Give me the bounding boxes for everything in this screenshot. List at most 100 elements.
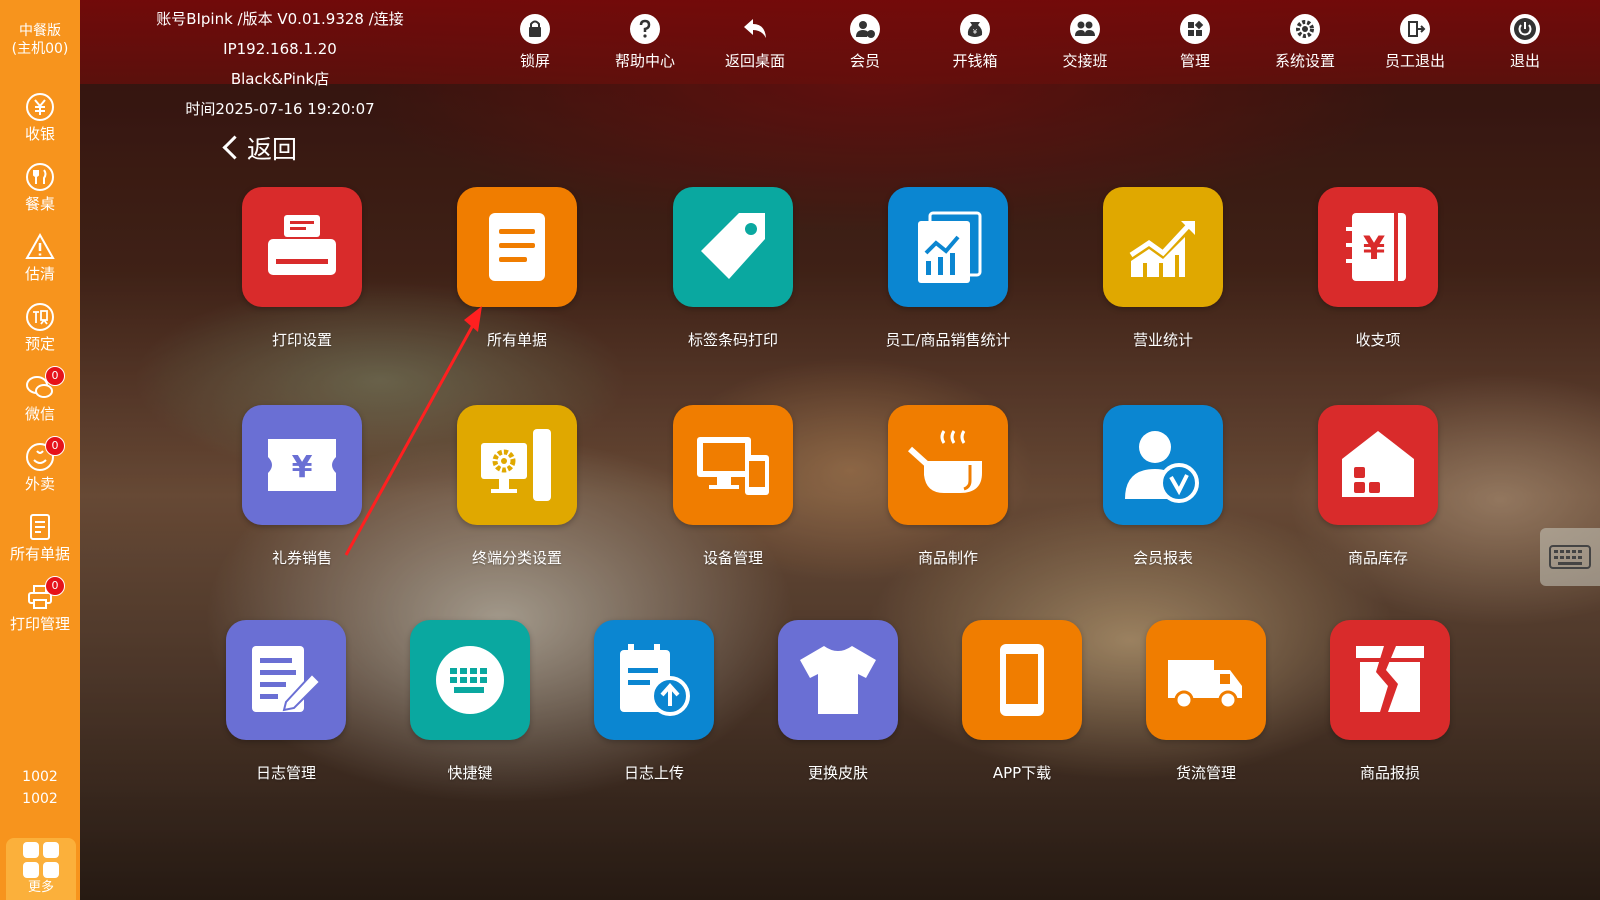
tile-label: 日志管理 (255, 764, 316, 782)
tile-terminal-category[interactable]: 终端分类设置 (437, 405, 597, 568)
tile-product-damage[interactable]: 商品报损 (1310, 620, 1470, 783)
sidebar-item-reserve[interactable]: 预定 (0, 302, 80, 366)
more-button[interactable]: 更多 (6, 838, 76, 900)
tile-member-report[interactable]: 会员报表 (1083, 405, 1243, 568)
sidebar-item-label: 收银 (24, 125, 55, 143)
delivery-icon: 0 (25, 436, 65, 472)
back-button[interactable]: 返回 (222, 130, 298, 166)
sidebar-item-label: 估清 (24, 265, 55, 283)
shift-handover-button[interactable]: 交接班 (1035, 14, 1135, 71)
phone-icon (962, 620, 1082, 740)
staff-exit-button[interactable]: 员工退出 (1365, 14, 1465, 71)
top-button-label: 锁屏 (519, 52, 550, 70)
top-button-label: 帮助中心 (614, 52, 675, 70)
tile-coupon-sales[interactable]: ¥ 礼券销售 (222, 405, 382, 568)
sidebar-item-label: 预定 (24, 335, 55, 353)
sidebar-item-sold-out[interactable]: 估清 (0, 232, 80, 296)
shift-icon (1070, 14, 1100, 44)
exit-button[interactable]: 退出 (1475, 14, 1575, 71)
print-badge: 0 (45, 576, 65, 596)
system-settings-button[interactable]: 系统设置 (1255, 14, 1355, 71)
top-button-label: 返回桌面 (724, 52, 785, 70)
sidebar-item-label: 餐桌 (24, 195, 55, 213)
sidebar-item-label: 打印管理 (9, 615, 70, 633)
staff-exit-icon (1400, 14, 1430, 44)
sidebar-item-print-manage[interactable]: 0 打印管理 (0, 576, 80, 646)
cooking-pot-icon (888, 405, 1008, 525)
sidebar-item-label: 所有单据 (9, 545, 70, 563)
svg-text:¥: ¥ (292, 450, 313, 485)
tile-label: 商品报损 (1359, 764, 1420, 782)
top-button-label: 退出 (1509, 52, 1540, 70)
tile-label: 会员报表 (1132, 549, 1193, 567)
return-icon (740, 14, 770, 44)
sidebar-item-wechat[interactable]: 0 微信 (0, 366, 80, 436)
member-button[interactable]: 会员 (815, 14, 915, 71)
tile-print-settings[interactable]: 打印设置 (222, 187, 382, 350)
sidebar-item-all-orders[interactable]: 所有单据 (0, 512, 80, 576)
tile-all-orders[interactable]: 所有单据 (437, 187, 597, 350)
member-icon (850, 14, 880, 44)
tile-log-manage[interactable]: 日志管理 (206, 620, 366, 783)
chevron-left-icon (222, 135, 247, 160)
tile-label: 设备管理 (702, 549, 763, 567)
terminal-id-1: 1002 (22, 769, 58, 785)
tile-product-inventory[interactable]: 商品库存 (1298, 405, 1458, 568)
tile-label: 打印设置 (271, 331, 332, 349)
document-icon (25, 512, 55, 542)
reserve-icon (25, 302, 55, 332)
help-center-button[interactable]: 帮助中心 (595, 14, 695, 71)
back-label: 返回 (247, 135, 298, 164)
tile-label: 更换皮肤 (807, 764, 868, 782)
store-name: Black&Pink店 (230, 70, 330, 88)
sidebar-item-takeout[interactable]: 0 外卖 (0, 436, 80, 506)
top-button-label: 开钱箱 (952, 52, 998, 70)
tile-change-skin[interactable]: 更换皮肤 (758, 620, 918, 783)
takeout-badge: 0 (45, 436, 65, 456)
tile-device-manage[interactable]: 设备管理 (653, 405, 813, 568)
lock-screen-button[interactable]: 锁屏 (485, 14, 585, 71)
tile-label: 礼券销售 (271, 549, 332, 567)
tile-shortcut-keys[interactable]: 快捷键 (390, 620, 550, 783)
ledger-yen-icon: ¥ (1318, 187, 1438, 307)
tile-label: 所有单据 (486, 331, 547, 349)
tile-logistics-manage[interactable]: 货流管理 (1126, 620, 1286, 783)
report-chart-icon (888, 187, 1008, 307)
tile-label: 营业统计 (1132, 331, 1193, 349)
tile-staff-product-sales[interactable]: 员工/商品销售统计 (868, 187, 1028, 350)
wechat-badge: 0 (45, 366, 65, 386)
open-cash-box-button[interactable]: ¥ 开钱箱 (925, 14, 1025, 71)
sidebar-item-tables[interactable]: 餐桌 (0, 162, 80, 226)
tile-label: 标签条码打印 (687, 331, 778, 349)
tile-label: 商品制作 (917, 549, 978, 567)
sidebar-item-label: 微信 (24, 405, 55, 423)
account-info: 账号BIpink /版本 V0.01.9328 /连接IP192.168.1.2… (156, 10, 404, 58)
sidebar-item-cashier[interactable]: 收银 (0, 92, 80, 156)
edit-log-icon (226, 620, 346, 740)
tile-log-upload[interactable]: 日志上传 (574, 620, 734, 783)
printer-icon: 0 (25, 576, 65, 612)
tile-business-stats[interactable]: 营业统计 (1083, 187, 1243, 350)
tile-app-download[interactable]: APP下载 (942, 620, 1102, 783)
return-desktop-button[interactable]: 返回桌面 (705, 14, 805, 71)
wechat-icon: 0 (25, 366, 65, 402)
warehouse-icon (1318, 405, 1438, 525)
growth-chart-icon (1103, 187, 1223, 307)
coupon-icon: ¥ (242, 405, 362, 525)
calendar-upload-icon (594, 620, 714, 740)
document-list-icon (457, 187, 577, 307)
top-button-label: 系统设置 (1274, 52, 1335, 70)
manage-button[interactable]: 管理 (1145, 14, 1245, 71)
session-info: 账号BIpink /版本 V0.01.9328 /连接IP192.168.1.2… (100, 4, 460, 124)
floating-keyboard-button[interactable] (1540, 528, 1600, 586)
tile-label-barcode-print[interactable]: 标签条码打印 (653, 187, 813, 350)
yen-circle-icon (25, 92, 55, 122)
tile-label: 日志上传 (623, 764, 684, 782)
tile-product-cooking[interactable]: 商品制作 (868, 405, 1028, 568)
keyboard-icon (410, 620, 530, 740)
terminal-id-2: 1002 (22, 791, 58, 807)
member-verified-icon (1103, 405, 1223, 525)
tshirt-icon (778, 620, 898, 740)
brand-edition: 中餐版 (19, 23, 61, 39)
tile-income-expense[interactable]: ¥ 收支项 (1298, 187, 1458, 350)
